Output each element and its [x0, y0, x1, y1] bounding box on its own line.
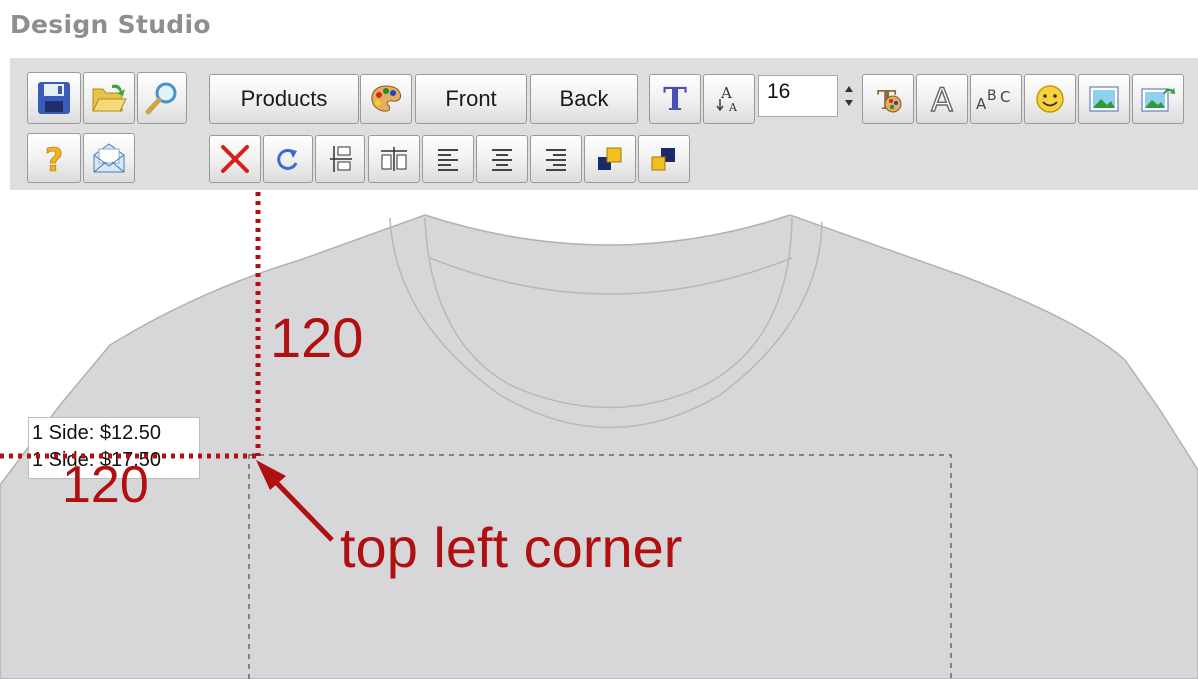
- align-center-icon: [489, 146, 515, 172]
- bring-forward-button[interactable]: [584, 135, 636, 183]
- svg-text:A: A: [976, 95, 987, 113]
- zoom-button[interactable]: [137, 72, 187, 124]
- rotate-button[interactable]: [263, 135, 313, 183]
- svg-text:C: C: [1000, 88, 1010, 106]
- envelope-icon: [91, 141, 127, 175]
- bring-forward-icon: [596, 145, 624, 173]
- products-button[interactable]: Products: [209, 74, 359, 124]
- top-offset-annotation: 120: [270, 306, 364, 369]
- add-text-button[interactable]: T: [649, 74, 701, 124]
- image-button[interactable]: [1078, 74, 1130, 124]
- save-icon: [36, 80, 72, 116]
- text-size-button[interactable]: A A: [703, 74, 755, 124]
- align-left-icon: [435, 146, 461, 172]
- delete-x-icon: [219, 143, 251, 175]
- font-size-icon: A A: [713, 83, 745, 115]
- font-size-spinner[interactable]: [842, 78, 856, 114]
- left-offset-annotation: 120: [62, 456, 149, 514]
- center-vertical-button[interactable]: [315, 135, 365, 183]
- question-mark-icon: ?: [42, 141, 66, 175]
- corner-annotation: top left corner: [340, 516, 683, 579]
- center-vertical-icon: [326, 144, 354, 174]
- back-button[interactable]: Back: [530, 74, 638, 124]
- upload-image-icon: [1141, 84, 1175, 114]
- image-icon: [1089, 86, 1119, 112]
- smiley-icon: [1035, 84, 1065, 114]
- svg-text:?: ?: [45, 141, 64, 175]
- text-color-icon: T: [871, 82, 905, 116]
- clipart-button[interactable]: [1024, 74, 1076, 124]
- arc-text-icon: A B C: [974, 84, 1018, 114]
- send-backward-button[interactable]: [638, 135, 690, 183]
- delete-button[interactable]: [209, 135, 261, 183]
- price-line-1: 1 Side: $12.50: [32, 422, 161, 444]
- palette-icon: [369, 84, 403, 114]
- magnifier-icon: [144, 80, 180, 116]
- outline-A-icon: A: [926, 82, 958, 116]
- font-size-input[interactable]: 16: [758, 75, 838, 117]
- center-horizontal-button[interactable]: [368, 135, 420, 183]
- center-horizontal-icon: [379, 145, 409, 173]
- svg-text:T: T: [663, 82, 687, 116]
- align-left-button[interactable]: [422, 135, 474, 183]
- rotate-icon: [274, 145, 302, 173]
- svg-text:A: A: [931, 82, 953, 116]
- outline-button[interactable]: A: [916, 74, 968, 124]
- align-center-button[interactable]: [476, 135, 528, 183]
- text-T-icon: T: [659, 82, 691, 116]
- send-backward-icon: [650, 145, 678, 173]
- help-button[interactable]: ?: [27, 133, 81, 183]
- text-color-button[interactable]: T: [862, 74, 914, 124]
- svg-text:B: B: [987, 88, 997, 104]
- front-button[interactable]: Front: [415, 74, 527, 124]
- arc-text-button[interactable]: A B C: [970, 74, 1022, 124]
- align-right-icon: [543, 146, 569, 172]
- save-button[interactable]: [27, 72, 81, 124]
- svg-text:A: A: [728, 101, 738, 114]
- email-button[interactable]: [83, 133, 135, 183]
- align-right-button[interactable]: [530, 135, 582, 183]
- open-button[interactable]: [83, 72, 135, 124]
- upload-image-button[interactable]: [1132, 74, 1184, 124]
- svg-text:A: A: [720, 84, 732, 102]
- arrow-pointer: [256, 460, 334, 542]
- app-title: Design Studio: [10, 10, 211, 39]
- open-folder-icon: [90, 81, 128, 115]
- palette-button[interactable]: [360, 74, 412, 124]
